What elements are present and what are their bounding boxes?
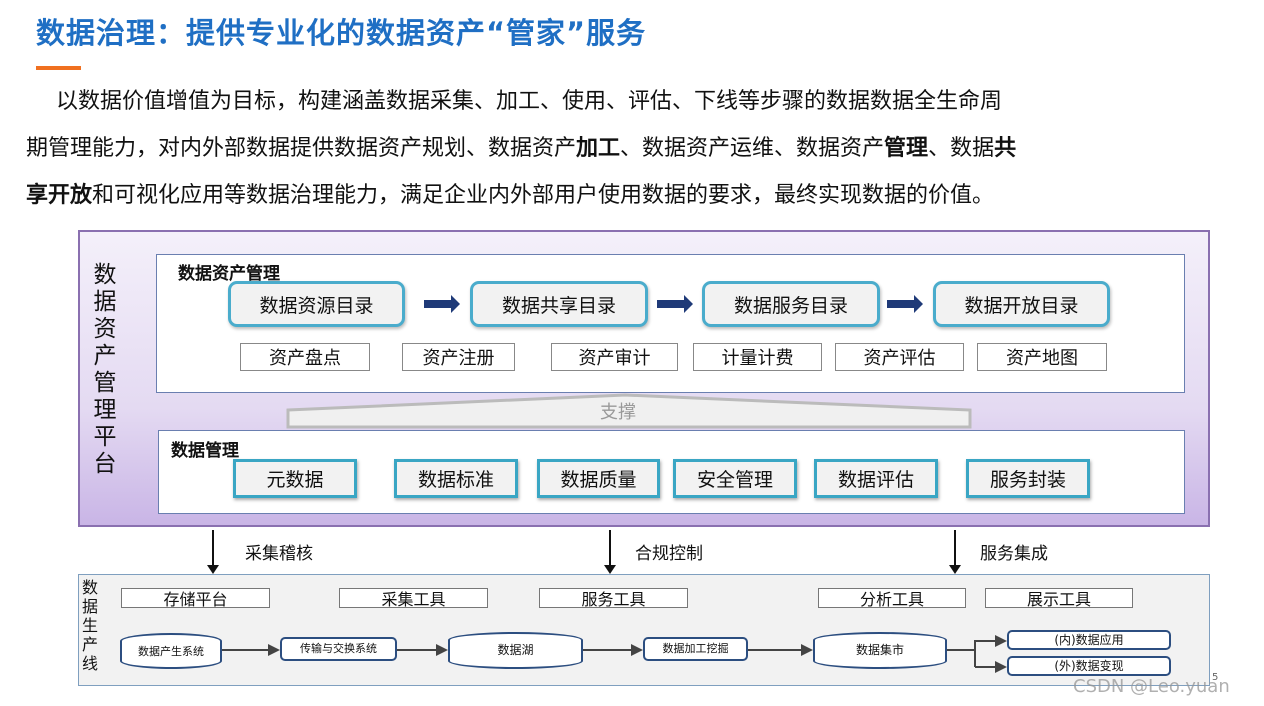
tool-box: 存储平台	[121, 588, 270, 609]
function-box: 计量计费	[693, 343, 822, 371]
arrow-right-icon	[657, 295, 693, 313]
watermark: CSDN @Leo.yuan	[1073, 676, 1230, 697]
function-box: 资产地图	[977, 343, 1107, 371]
tool-box: 服务工具	[539, 588, 688, 609]
para-bold: 加工	[576, 136, 621, 161]
link-label: 服务集成	[980, 544, 1048, 564]
data-mgmt-item: 元数据	[233, 459, 357, 498]
arrow-right-icon	[887, 295, 923, 313]
catalog-box: 数据共享目录	[470, 281, 648, 327]
para-text: 期管理能力，对内外部数据提供数据资产规划、数据资产	[26, 136, 577, 161]
arrow-right-icon	[583, 644, 643, 656]
function-box: 资产审计	[551, 343, 678, 371]
branch-connector	[974, 640, 976, 667]
arrow-right-icon	[748, 644, 813, 656]
flow-node-cylinder: 数据集市	[813, 632, 947, 669]
output-box: (内)数据应用	[1007, 630, 1171, 650]
arrow-down-icon	[207, 530, 219, 574]
link-label: 采集稽核	[245, 544, 313, 564]
link-label: 合规控制	[635, 544, 703, 564]
tool-box: 采集工具	[339, 588, 488, 609]
catalog-box: 数据服务目录	[702, 281, 880, 327]
para-bold: 管理	[884, 136, 929, 161]
function-box: 资产评估	[835, 343, 964, 371]
arrow-down-icon	[949, 530, 961, 574]
data-mgmt-title: 数据管理	[171, 441, 239, 461]
platform-label: 数据资产管理平台	[93, 262, 117, 477]
function-box: 资产盘点	[240, 343, 370, 371]
para-text: 、数据	[928, 136, 995, 161]
tool-box: 分析工具	[818, 588, 966, 609]
catalog-box: 数据开放目录	[933, 281, 1110, 327]
output-box: (外)数据变现	[1007, 656, 1171, 676]
flow-node: 传输与交换系统	[280, 637, 397, 661]
branch-connector	[947, 649, 975, 651]
tool-box: 展示工具	[985, 588, 1133, 609]
arrow-right-icon	[222, 644, 280, 656]
catalog-box: 数据资源目录	[228, 281, 405, 327]
data-mgmt-item: 数据评估	[814, 459, 938, 498]
para-bold: 共	[994, 136, 1017, 161]
flow-node: 数据加工挖掘	[643, 637, 748, 661]
arrow-right-icon	[397, 644, 448, 656]
data-mgmt-item: 数据标准	[394, 459, 518, 498]
data-mgmt-item: 服务封装	[966, 459, 1090, 498]
intro-paragraph: 以数据价值增值为目标，构建涵盖数据采集、加工、使用、评估、下线等步骤的数据数据全…	[26, 78, 1241, 219]
title-accent-line	[36, 66, 81, 70]
arrow-right-icon	[975, 661, 1007, 673]
page-title: 数据治理：提供专业化的数据资产“管家”服务	[36, 16, 647, 50]
data-mgmt-item: 安全管理	[673, 459, 797, 498]
data-mgmt-item: 数据质量	[537, 459, 660, 498]
function-box: 资产注册	[402, 343, 515, 371]
flow-node-cylinder: 数据湖	[448, 632, 583, 669]
arrow-right-icon	[424, 295, 460, 313]
para-bold: 享开放	[26, 183, 93, 208]
support-label: 支撑	[600, 402, 636, 423]
arrow-down-icon	[604, 530, 616, 574]
arrow-right-icon	[975, 635, 1007, 647]
para-text: 以数据价值增值为目标，构建涵盖数据采集、加工、使用、评估、下线等步骤的数据数据全…	[56, 89, 1003, 114]
para-text: 和可视化应用等数据治理能力，满足企业内外部用户使用数据的要求，最终实现数据的价值…	[92, 183, 995, 208]
production-label: 数据生产线	[82, 578, 99, 673]
flow-node-cylinder: 数据产生系统	[120, 633, 222, 669]
para-text: 、数据资产运维、数据资产	[620, 136, 885, 161]
